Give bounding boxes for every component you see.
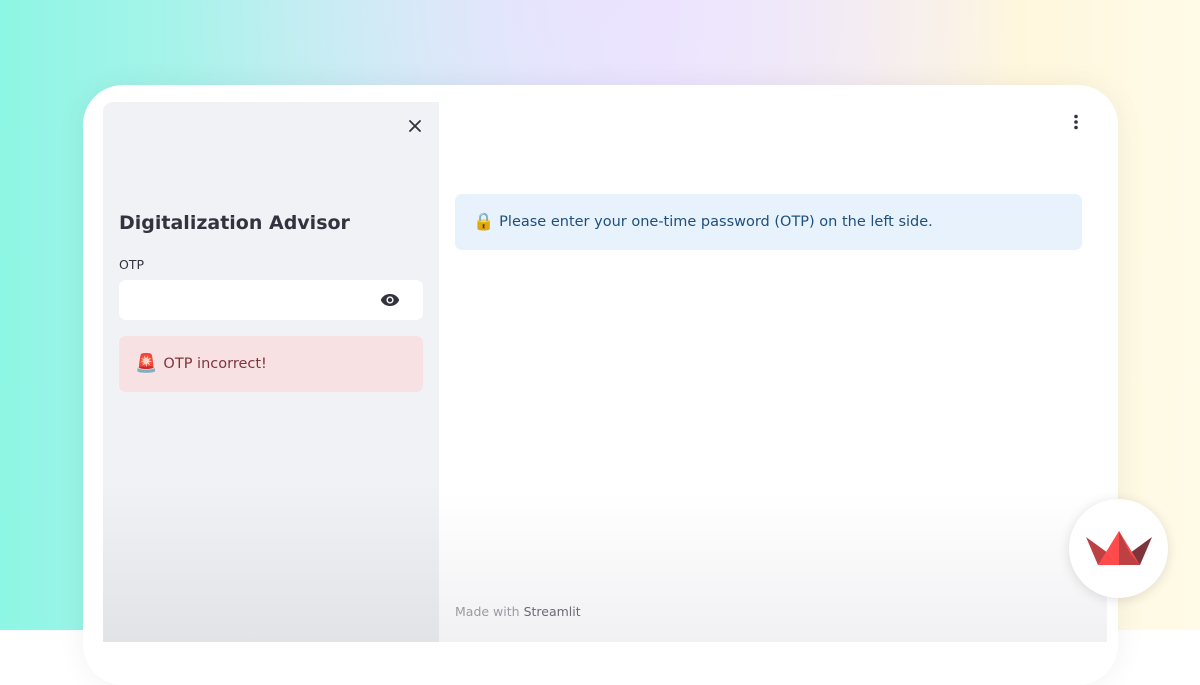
info-message: Please enter your one-time password (OTP… [499,214,933,230]
sidebar: Digitalization Advisor OTP 🚨 OTP incorre… [103,102,439,642]
show-password-button[interactable] [377,288,403,312]
otp-input[interactable] [119,280,373,320]
error-alert: 🚨 OTP incorrect! [119,336,423,392]
footer-brand-link[interactable]: Streamlit [524,604,581,619]
footer: Made with Streamlit [455,604,581,619]
error-message: OTP incorrect! [163,356,267,372]
footer-prefix: Made with [455,604,520,619]
siren-icon: 🚨 [135,353,158,374]
streamlit-logo [1085,530,1152,565]
otp-field-container [119,280,423,320]
otp-label: OTP [119,257,145,272]
info-alert: 🔒 Please enter your one-time password (O… [455,194,1082,250]
kebab-menu-icon [1074,114,1078,130]
close-icon [409,120,421,132]
page-title: Digitalization Advisor [119,212,350,234]
app-screen: Digitalization Advisor OTP 🚨 OTP incorre… [103,102,1107,642]
close-sidebar-button[interactable] [403,114,427,138]
main-content: 🔒 Please enter your one-time password (O… [439,102,1107,642]
lock-icon: 🔒 [473,211,495,232]
main-menu-button[interactable] [1064,110,1088,134]
streamlit-logo-badge [1069,499,1168,598]
eye-icon [380,294,400,306]
